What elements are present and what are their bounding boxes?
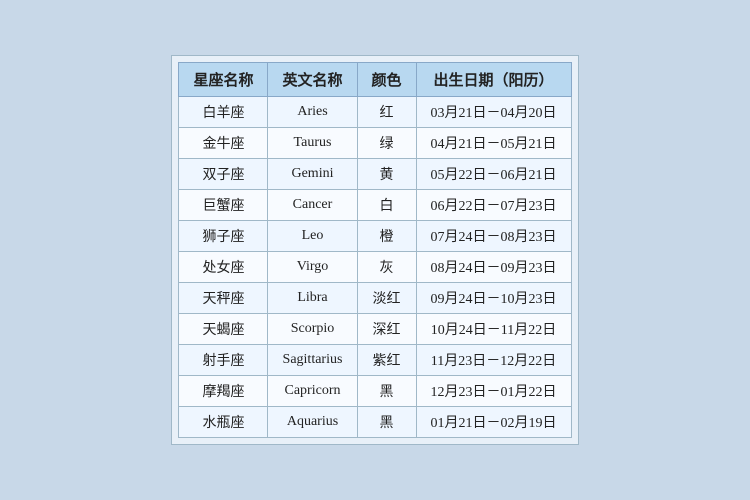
cell-chinese-name: 狮子座 <box>179 221 268 252</box>
table-header-row: 星座名称 英文名称 颜色 出生日期（阳历） <box>179 63 571 97</box>
cell-color: 黑 <box>357 407 416 438</box>
table-row: 水瓶座Aquarius黑01月21日－02月19日 <box>179 407 571 438</box>
cell-chinese-name: 金牛座 <box>179 128 268 159</box>
cell-dates: 10月24日－11月22日 <box>416 314 571 345</box>
cell-english-name: Cancer <box>268 190 357 221</box>
cell-dates: 11月23日－12月22日 <box>416 345 571 376</box>
cell-dates: 06月22日－07月23日 <box>416 190 571 221</box>
cell-color: 灰 <box>357 252 416 283</box>
cell-english-name: Gemini <box>268 159 357 190</box>
header-chinese-name: 星座名称 <box>179 63 268 97</box>
table-body: 白羊座Aries红03月21日－04月20日金牛座Taurus绿04月21日－0… <box>179 97 571 438</box>
cell-color: 深红 <box>357 314 416 345</box>
header-dates: 出生日期（阳历） <box>416 63 571 97</box>
cell-chinese-name: 摩羯座 <box>179 376 268 407</box>
cell-chinese-name: 巨蟹座 <box>179 190 268 221</box>
cell-english-name: Sagittarius <box>268 345 357 376</box>
cell-chinese-name: 水瓶座 <box>179 407 268 438</box>
cell-color: 紫红 <box>357 345 416 376</box>
cell-english-name: Aries <box>268 97 357 128</box>
header-english-name: 英文名称 <box>268 63 357 97</box>
cell-color: 淡红 <box>357 283 416 314</box>
cell-dates: 04月21日－05月21日 <box>416 128 571 159</box>
cell-chinese-name: 双子座 <box>179 159 268 190</box>
cell-chinese-name: 处女座 <box>179 252 268 283</box>
cell-chinese-name: 白羊座 <box>179 97 268 128</box>
table-row: 白羊座Aries红03月21日－04月20日 <box>179 97 571 128</box>
cell-color: 黄 <box>357 159 416 190</box>
cell-color: 橙 <box>357 221 416 252</box>
cell-dates: 01月21日－02月19日 <box>416 407 571 438</box>
zodiac-table: 星座名称 英文名称 颜色 出生日期（阳历） 白羊座Aries红03月21日－04… <box>178 62 571 438</box>
cell-color: 白 <box>357 190 416 221</box>
table-row: 摩羯座Capricorn黑12月23日－01月22日 <box>179 376 571 407</box>
table-row: 狮子座Leo橙07月24日－08月23日 <box>179 221 571 252</box>
cell-dates: 12月23日－01月22日 <box>416 376 571 407</box>
table-row: 处女座Virgo灰08月24日－09月23日 <box>179 252 571 283</box>
zodiac-table-container: 星座名称 英文名称 颜色 出生日期（阳历） 白羊座Aries红03月21日－04… <box>171 55 578 445</box>
cell-color: 绿 <box>357 128 416 159</box>
cell-chinese-name: 天蝎座 <box>179 314 268 345</box>
cell-color: 黑 <box>357 376 416 407</box>
cell-english-name: Libra <box>268 283 357 314</box>
cell-dates: 07月24日－08月23日 <box>416 221 571 252</box>
table-row: 双子座Gemini黄05月22日－06月21日 <box>179 159 571 190</box>
cell-english-name: Capricorn <box>268 376 357 407</box>
cell-dates: 09月24日－10月23日 <box>416 283 571 314</box>
cell-dates: 03月21日－04月20日 <box>416 97 571 128</box>
cell-chinese-name: 射手座 <box>179 345 268 376</box>
cell-color: 红 <box>357 97 416 128</box>
cell-dates: 08月24日－09月23日 <box>416 252 571 283</box>
table-row: 金牛座Taurus绿04月21日－05月21日 <box>179 128 571 159</box>
table-row: 天秤座Libra淡红09月24日－10月23日 <box>179 283 571 314</box>
table-row: 天蝎座Scorpio深红10月24日－11月22日 <box>179 314 571 345</box>
cell-english-name: Leo <box>268 221 357 252</box>
cell-english-name: Taurus <box>268 128 357 159</box>
cell-english-name: Aquarius <box>268 407 357 438</box>
table-row: 射手座Sagittarius紫红11月23日－12月22日 <box>179 345 571 376</box>
cell-english-name: Scorpio <box>268 314 357 345</box>
cell-chinese-name: 天秤座 <box>179 283 268 314</box>
cell-english-name: Virgo <box>268 252 357 283</box>
header-color: 颜色 <box>357 63 416 97</box>
cell-dates: 05月22日－06月21日 <box>416 159 571 190</box>
table-row: 巨蟹座Cancer白06月22日－07月23日 <box>179 190 571 221</box>
